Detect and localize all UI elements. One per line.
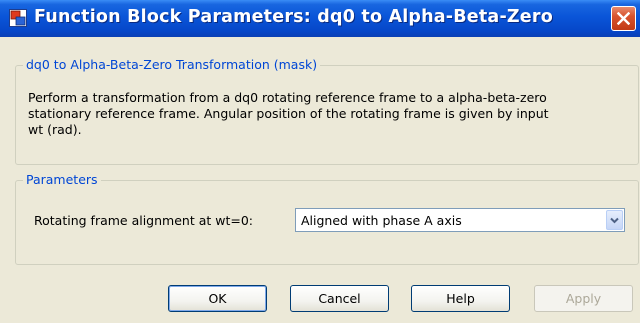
description-line: wt (rad). xyxy=(28,122,82,137)
parameters-group-legend: Parameters xyxy=(23,172,101,187)
close-icon xyxy=(617,12,630,25)
dropdown-button[interactable] xyxy=(606,210,623,230)
alignment-label: Rotating frame alignment at wt=0: xyxy=(34,213,254,228)
parameters-group: Parameters Rotating frame alignment at w… xyxy=(15,172,639,265)
alignment-select[interactable]: Aligned with phase A axis xyxy=(295,208,625,232)
description-line: stationary reference frame. Angular posi… xyxy=(28,106,549,121)
help-button[interactable]: Help xyxy=(411,285,510,312)
apply-button[interactable]: Apply xyxy=(534,285,633,312)
close-button[interactable] xyxy=(611,6,636,31)
mask-description: Perform a transformation from a dq0 rota… xyxy=(28,90,634,138)
alignment-select-value: Aligned with phase A axis xyxy=(301,213,462,228)
window-title: Function Block Parameters: dq0 to Alpha-… xyxy=(34,7,553,27)
simulink-block-icon xyxy=(9,9,27,27)
chevron-down-icon xyxy=(610,217,619,224)
title-bar[interactable]: Function Block Parameters: dq0 to Alpha-… xyxy=(0,0,640,37)
ok-button[interactable]: OK xyxy=(168,285,267,312)
cancel-button[interactable]: Cancel xyxy=(290,285,389,312)
description-line: Perform a transformation from a dq0 rota… xyxy=(28,90,547,105)
mask-group-legend: dq0 to Alpha-Beta-Zero Transformation (m… xyxy=(23,57,321,72)
mask-description-group: dq0 to Alpha-Beta-Zero Transformation (m… xyxy=(15,57,639,165)
